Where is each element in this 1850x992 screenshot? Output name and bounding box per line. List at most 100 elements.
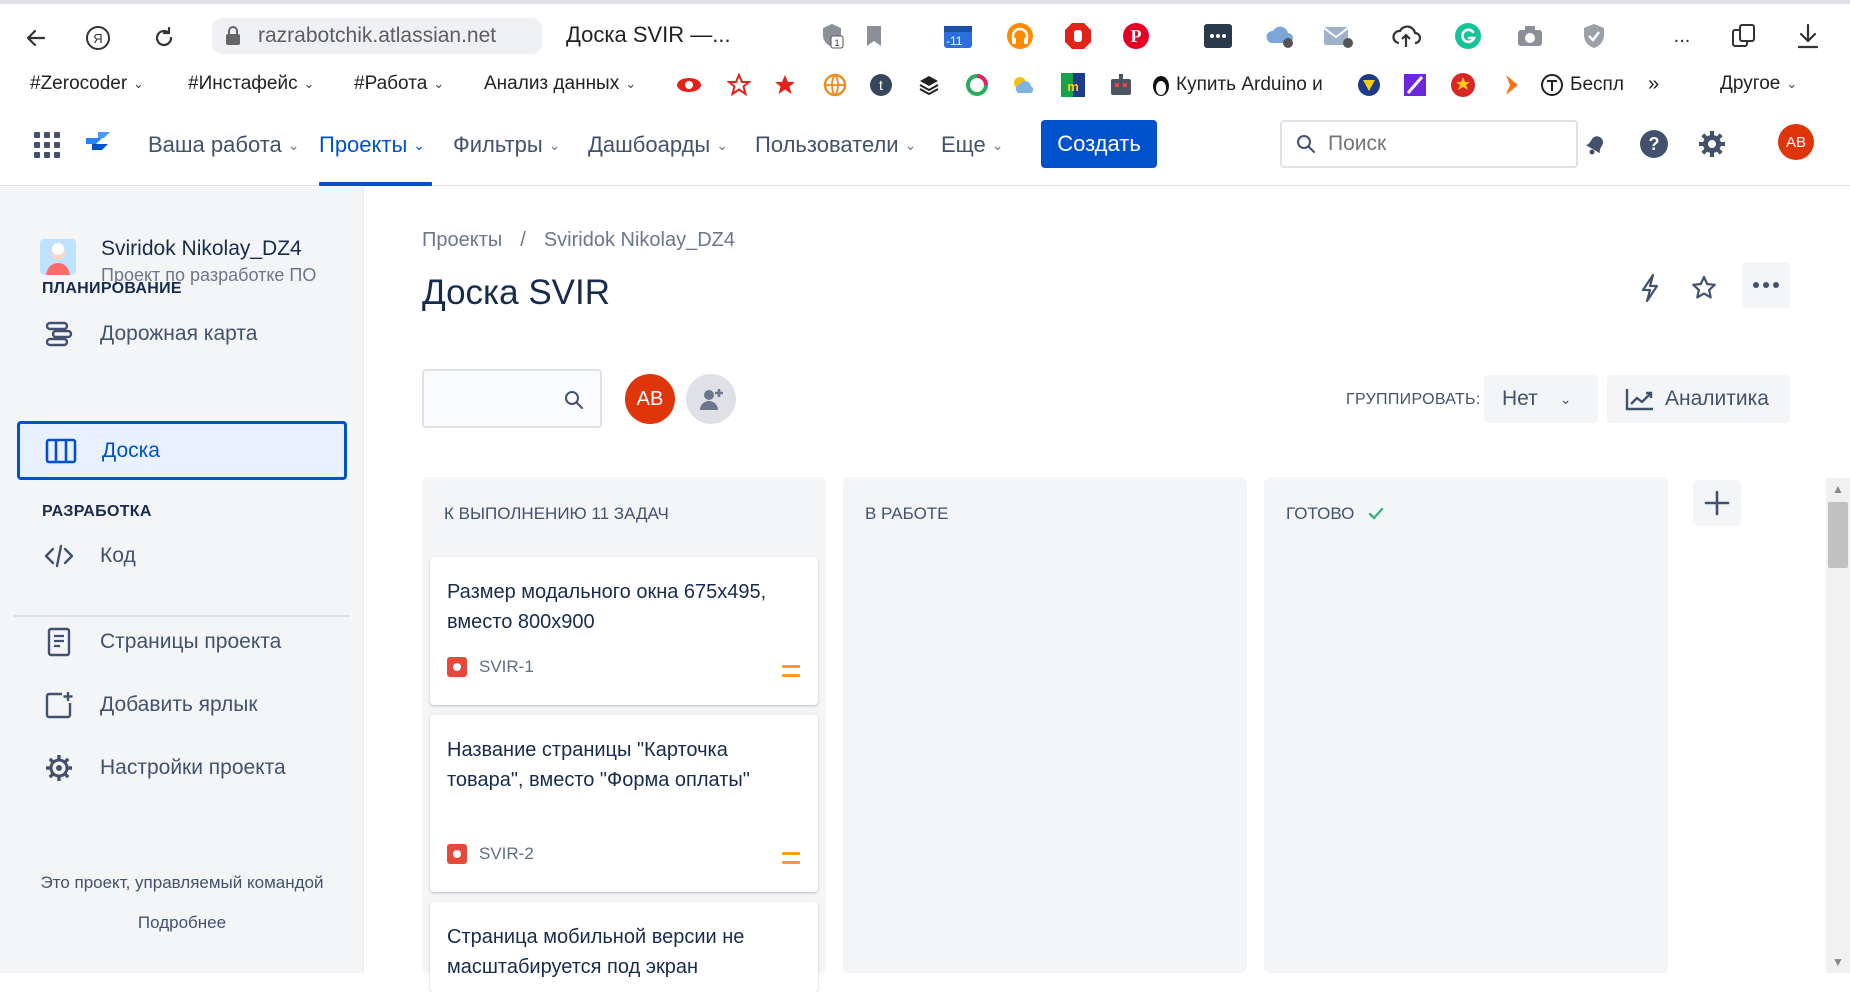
mh-icon[interactable]: m: [1060, 72, 1086, 98]
add-column-button[interactable]: [1693, 480, 1741, 526]
bookmark-label: Купить Arduino и: [1176, 74, 1323, 95]
global-search[interactable]: [1280, 120, 1578, 168]
page-icon: [42, 625, 76, 659]
learn-more-link[interactable]: Подробнее: [0, 913, 364, 933]
add-people-button[interactable]: [686, 374, 736, 424]
pinterest-icon[interactable]: P: [1120, 20, 1152, 52]
priority-medium-icon: [782, 852, 800, 864]
arrow-orange-icon[interactable]: [1498, 72, 1524, 98]
automation-lightning-icon[interactable]: [1630, 268, 1670, 308]
notifications-icon[interactable]: [1578, 126, 1614, 162]
scrollbar-thumb[interactable]: [1828, 502, 1848, 568]
group-by-select[interactable]: Нет ⌄: [1484, 375, 1598, 423]
analytics-button[interactable]: Аналитика: [1607, 375, 1790, 423]
download-icon[interactable]: [1792, 20, 1824, 52]
bookmark-arduino[interactable]: Купить Arduino и: [1152, 73, 1323, 97]
app-switcher-icon[interactable]: [34, 132, 60, 158]
nav-people[interactable]: Пользователи ⌄: [755, 132, 916, 158]
color-ring-icon[interactable]: [964, 72, 990, 98]
star-filled-icon[interactable]: [772, 72, 798, 98]
purple-slash-icon[interactable]: [1402, 72, 1428, 98]
bug-icon: [447, 657, 467, 677]
help-icon[interactable]: ?: [1636, 126, 1672, 162]
star-outline-icon[interactable]: [726, 72, 752, 98]
breadcrumb-project[interactable]: Sviridok Nikolay_DZ4: [544, 229, 735, 252]
board-column-in-progress: В РАБОТЕ: [843, 477, 1247, 973]
shield-check-icon[interactable]: [1578, 20, 1610, 52]
weather-icon[interactable]: [1010, 72, 1036, 98]
issue-card[interactable]: Страница мобильной версии не масштабируе…: [430, 902, 818, 992]
shield-yellow-icon[interactable]: [1356, 72, 1382, 98]
bookmark-folder-instaface[interactable]: #Инстафейс ⌄: [188, 73, 315, 95]
scroll-down-icon[interactable]: ▼: [1832, 955, 1844, 969]
column-title: К ВЫПОЛНЕНИЮ 11 ЗАДАЧ: [444, 504, 669, 523]
user-avatar[interactable]: AB: [1778, 124, 1814, 160]
search-icon: [565, 391, 583, 409]
globe-icon[interactable]: [822, 72, 848, 98]
issue-key[interactable]: SVIR-2: [479, 844, 534, 864]
assignee-avatar-filter[interactable]: AB: [625, 374, 675, 424]
nav-dashboards[interactable]: Дашбоарды ⌄: [588, 132, 728, 158]
bookmark-besp[interactable]: Беспл: [1540, 73, 1624, 97]
reload-icon[interactable]: [146, 20, 182, 56]
sidebar-item-project-pages[interactable]: Страницы проекта: [18, 613, 346, 671]
camera-icon[interactable]: [1514, 20, 1546, 52]
bookmarks-more-icon[interactable]: »: [1648, 73, 1659, 96]
cloud-user-icon[interactable]: [1264, 20, 1296, 52]
sidebar-item-roadmap[interactable]: Дорожная карта: [18, 305, 346, 363]
page-title: Доска SVIR: [422, 273, 611, 312]
shield-badge-icon[interactable]: 1: [816, 20, 848, 52]
create-button[interactable]: Создать: [1041, 120, 1157, 168]
add-person-icon: [700, 389, 723, 410]
search-input[interactable]: [1328, 132, 1558, 156]
layers-icon[interactable]: [916, 72, 942, 98]
nav-projects[interactable]: Проекты ⌄: [319, 132, 425, 158]
grammarly-icon[interactable]: [1452, 20, 1484, 52]
more-actions-button[interactable]: [1742, 262, 1790, 308]
password-manager-icon[interactable]: [1202, 20, 1234, 52]
star-favorite-icon[interactable]: [1684, 268, 1724, 308]
collections-icon[interactable]: [1728, 20, 1760, 52]
breadcrumb-projects[interactable]: Проекты: [422, 229, 502, 252]
bookmark-folder-other[interactable]: Другое ⌄: [1720, 73, 1797, 95]
sidebar-item-board[interactable]: Доска: [17, 421, 347, 480]
calendar-badge-icon[interactable]: -11: [942, 20, 974, 52]
bot-icon[interactable]: [1108, 72, 1134, 98]
board-search-input[interactable]: [422, 369, 602, 428]
issue-key[interactable]: SVIR-1: [479, 657, 534, 677]
project-avatar[interactable]: [40, 239, 76, 275]
bookmark-folder-rabota[interactable]: #Работа ⌄: [354, 73, 444, 95]
issue-card[interactable]: Размер модального окна 675x495, вместо 8…: [430, 557, 818, 705]
address-bar[interactable]: razrabotchik.atlassian.net: [212, 18, 542, 54]
nav-filters[interactable]: Фильтры ⌄: [453, 132, 560, 158]
cloud-upload-icon[interactable]: [1390, 20, 1422, 52]
bookmark-folder-zerocoder[interactable]: #Zerocoder ⌄: [30, 73, 144, 95]
eye-icon[interactable]: [676, 72, 702, 98]
nav-more[interactable]: Еще ⌄: [941, 132, 1004, 158]
settings-gear-icon[interactable]: [1694, 126, 1730, 162]
nav-active-indicator: [319, 182, 432, 186]
project-name[interactable]: Sviridok Nikolay_DZ4: [101, 237, 302, 261]
mail-icon[interactable]: [1322, 20, 1354, 52]
yandex-icon[interactable]: Я: [80, 20, 116, 56]
jira-logo-icon[interactable]: [82, 128, 114, 160]
back-icon[interactable]: [18, 20, 54, 56]
star-badge-icon[interactable]: [1450, 72, 1476, 98]
headphones-icon[interactable]: [1004, 20, 1036, 52]
sidebar-item-label: Страницы проекта: [100, 630, 282, 653]
bookmark-icon[interactable]: [858, 20, 890, 52]
bookmark-folder-data-analysis[interactable]: Анализ данных ⌄: [484, 73, 636, 95]
sidebar-item-add-shortcut[interactable]: Добавить ярлык: [18, 676, 346, 734]
nav-your-work[interactable]: Ваша работа ⌄: [148, 132, 300, 158]
sidebar-item-code[interactable]: Код: [18, 527, 346, 585]
page-title-tab[interactable]: Доска SVIR —...: [566, 22, 731, 48]
extensions-overflow-icon[interactable]: ...: [1666, 20, 1698, 52]
scroll-up-icon[interactable]: ▲: [1832, 482, 1844, 496]
issue-card[interactable]: Название страницы "Карточка товара", вме…: [430, 715, 818, 892]
chevron-down-icon: ⌄: [133, 76, 145, 91]
bookmark-label: #Zerocoder: [30, 73, 128, 94]
section-planning: ПЛАНИРОВАНИЕ: [42, 280, 182, 297]
adblock-hand-icon[interactable]: [1062, 20, 1094, 52]
tumblr-icon[interactable]: t: [868, 72, 894, 98]
sidebar-item-project-settings[interactable]: Настройки проекта: [18, 739, 346, 797]
